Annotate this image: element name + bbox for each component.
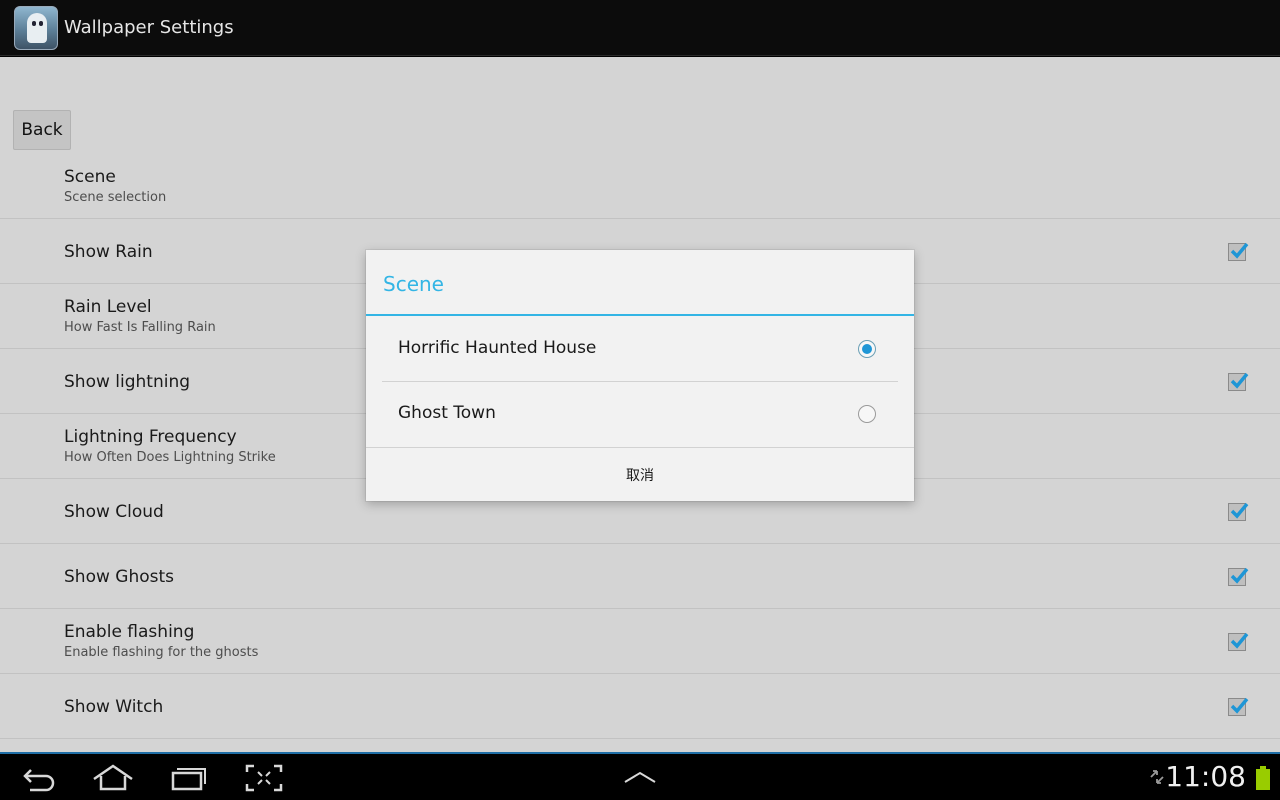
recent-apps-icon[interactable] [167,762,211,794]
clock: 11:08 [1165,760,1246,793]
option-label: Ghost Town [398,403,496,423]
radio-selected-icon[interactable] [858,340,876,358]
system-bar: 11:08 [0,752,1280,800]
chevron-up-icon[interactable] [618,762,662,794]
screenshot-icon[interactable] [242,762,286,794]
scene-option-horrific-haunted-house[interactable]: Horrific Haunted House [382,317,898,381]
action-bar: Wallpaper Settings [0,0,1280,56]
scene-dialog: Scene Horrific Haunted House Ghost Town … [366,250,914,501]
pref-title: Show Cloud [64,502,164,522]
show-ghosts-checkbox[interactable] [1228,567,1249,586]
pref-title: Rain Level [64,297,152,317]
dialog-title-divider [366,314,914,316]
pref-row-show-ghosts[interactable]: Show Ghosts [0,544,1280,609]
back-button[interactable]: Back [13,110,71,150]
pref-row-scene[interactable]: Scene Scene selection [0,154,1280,219]
pref-title: Show Witch [64,697,164,717]
pref-title: Lightning Frequency [64,427,237,447]
pref-summary: Scene selection [64,190,167,205]
pref-summary: How Fast Is Falling Rain [64,320,216,335]
pref-row-show-witch[interactable]: Show Witch [0,674,1280,739]
pref-title: Show Ghosts [64,567,175,587]
radio-unselected-icon[interactable] [858,405,876,423]
show-rain-checkbox[interactable] [1228,242,1249,261]
pref-row-enable-flashing[interactable]: Enable flashing Enable flashing for the … [0,609,1280,674]
back-icon[interactable] [18,762,62,794]
pref-title: Enable flashing [64,622,195,642]
option-label: Horrific Haunted House [398,338,597,358]
battery-icon [1256,766,1270,790]
pref-title: Show Rain [64,242,153,262]
show-cloud-checkbox[interactable] [1228,502,1249,521]
pref-summary: How Often Does Lightning Strike [64,450,276,465]
show-witch-checkbox[interactable] [1228,697,1249,716]
home-icon[interactable] [91,762,135,794]
app-title: Wallpaper Settings [64,17,234,38]
pref-summary: Enable flashing for the ghosts [64,645,259,660]
enable-flashing-checkbox[interactable] [1228,632,1249,651]
sync-icon [1150,770,1164,784]
cancel-button[interactable]: 取消 [366,448,914,501]
show-lightning-checkbox[interactable] [1228,372,1249,391]
ghost-app-icon[interactable] [14,5,58,50]
pref-title: Show lightning [64,372,191,392]
scene-option-ghost-town[interactable]: Ghost Town [382,382,898,446]
dialog-title: Scene [383,272,444,296]
pref-title: Scene [64,167,116,187]
